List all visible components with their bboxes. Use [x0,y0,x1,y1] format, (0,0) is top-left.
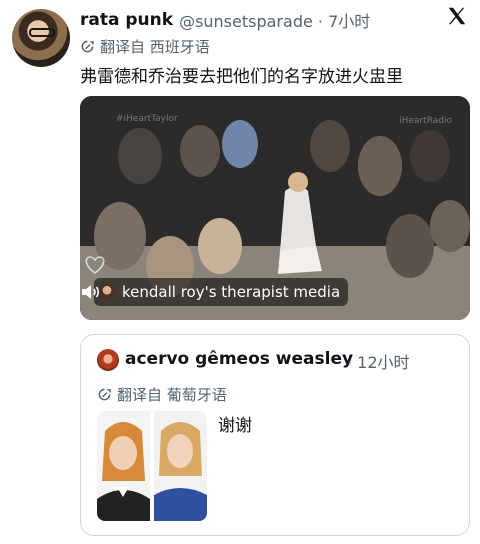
quoted-translate-link[interactable]: 翻译自 葡萄牙语 [97,383,227,405]
quoted-translate-label: 翻译自 葡萄牙语 [117,385,227,404]
translate-icon [98,388,111,400]
x-logo-icon [448,7,466,25]
author-avatar[interactable] [12,9,70,67]
video-watermark-left: #iHeartTaylor [116,114,178,124]
author-display-name[interactable]: rata punk [80,10,173,30]
post-text: 弗雷德和乔治要去把他们的名字放进火盅里 [80,67,403,87]
video-caption: kendall roy's therapist media [94,278,349,306]
video-caption-text: kendall roy's therapist media [122,283,341,301]
translate-label: 翻译自 西班牙语 [100,37,210,56]
iheartradio-logo-icon [85,256,105,274]
quoted-post[interactable]: acervo gêmeos weasley · 12小时 翻译自 葡萄牙语 谢谢 [80,334,470,536]
post-header: rata punk @sunsetsparade · 7小时 [80,8,470,32]
quoted-photo-left [97,411,150,521]
translate-link[interactable]: 翻译自 西班牙语 [80,35,210,57]
quoted-post-text: 谢谢 [218,416,252,436]
quoted-author-avatar [97,349,119,371]
author-handle-and-time[interactable]: @sunsetsparade · 7小时 [179,8,370,32]
quoted-post-time: · 12小时 [347,353,410,372]
avatar-glasses [29,28,55,37]
video-player[interactable]: #iHeartTaylor iHeartRadio kendall roy's … [80,96,470,320]
quoted-photo-right [154,411,207,521]
volume-icon[interactable] [80,282,102,302]
video-watermark-right: iHeartRadio [399,116,452,126]
translate-icon [81,40,94,52]
quoted-photo[interactable] [97,411,207,521]
quoted-author-name: acervo gêmeos weasley [125,349,354,369]
